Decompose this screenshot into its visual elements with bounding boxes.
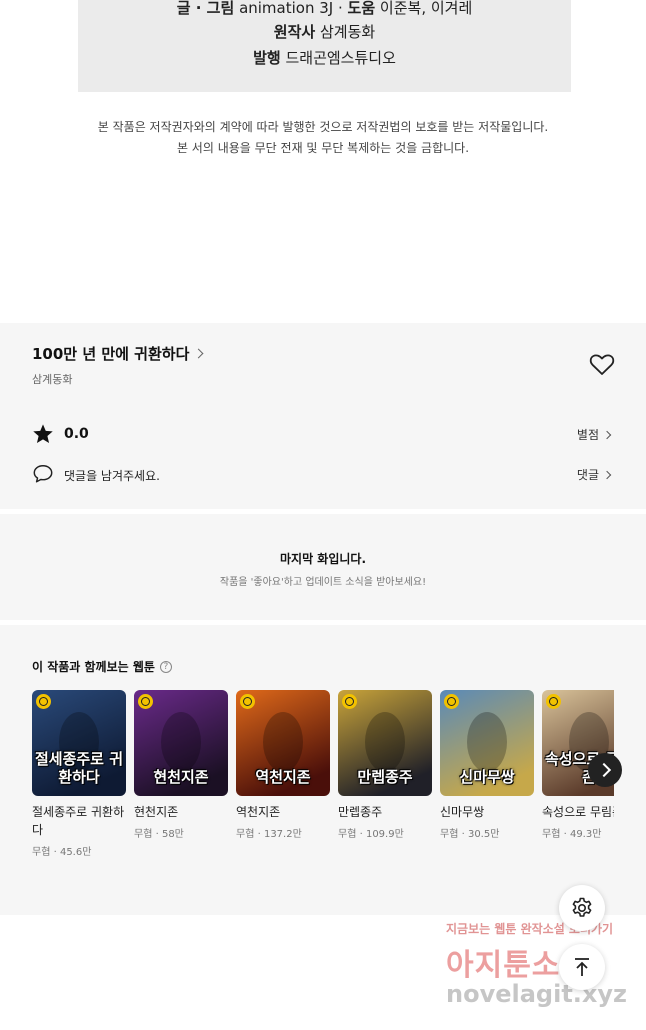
webtoon-thumbnail[interactable]: 절세종주로 귀환하다 <box>32 690 126 796</box>
clock-icon <box>546 694 561 709</box>
series-author: 삼계동화 <box>32 373 73 386</box>
webtoon-title[interactable]: 속성으로 무림존 <box>542 803 614 821</box>
webtoon-title[interactable]: 역천지존 <box>236 803 330 821</box>
webtoon-meta: 무협 · 58만 <box>134 825 228 840</box>
meta-separator: · <box>458 829 468 840</box>
chevron-right-icon <box>193 348 204 359</box>
rating-value: 0.0 <box>64 426 89 442</box>
webtoon-meta: 무협 · 109.9만 <box>338 825 432 840</box>
last-episode-heading: 마지막 화입니다. <box>279 552 367 566</box>
webtoon-meta: 무협 · 30.5만 <box>440 825 534 840</box>
chevron-right-icon <box>602 430 612 439</box>
thumbnail-title-art: 만렙종주 <box>357 768 413 786</box>
last-episode-subtext: 작품을 '좋아요'하고 업데이트 소식을 받아보세요! <box>219 577 427 588</box>
credits-line-2: 원작사 삼계동화 <box>78 21 571 43</box>
rating-link-label: 별점 <box>576 428 599 442</box>
episode-info-panel: 100만 년 만에 귀환하다 삼계동화 0.0 별점 댓글을 남겨주세요. 댓글 <box>0 323 646 509</box>
recommendation-card[interactable]: 현천지존 현천지존 무협 · 58만 <box>134 690 228 840</box>
help-icon[interactable]: ? <box>159 660 172 673</box>
rating-link[interactable]: 별점 <box>576 426 612 443</box>
webtoon-views: 109.9만 <box>365 829 404 840</box>
webtoon-meta: 무협 · 45.6만 <box>32 843 126 858</box>
comment-row[interactable]: 댓글을 남겨주세요. 댓글 <box>32 463 614 485</box>
recommendation-card[interactable]: 절세종주로 귀환하다 절세종주로 귀환하다 무협 · 45.6만 <box>32 690 126 858</box>
settings-button[interactable] <box>559 885 605 931</box>
credit-label: 발행 <box>253 49 281 67</box>
recommendations-title: 이 작품과 함께보는 웹툰 ? <box>32 658 172 675</box>
webtoon-views: 49.3만 <box>569 829 602 840</box>
comment-link-label: 댓글 <box>576 468 599 482</box>
webtoon-title[interactable]: 만렙종주 <box>338 803 432 821</box>
last-episode-notice: 마지막 화입니다. 작품을 '좋아요'하고 업데이트 소식을 받아보세요! <box>0 514 646 620</box>
meta-separator: · <box>560 829 570 840</box>
clock-icon <box>240 694 255 709</box>
series-title-link[interactable]: 100만 년 만에 귀환하다 <box>32 343 204 364</box>
credit-value: animation 3J <box>239 0 334 17</box>
credits-box: 글 · 그림 animation 3J · 도움 이준복, 이겨레 원작사 삼계… <box>78 0 571 92</box>
webtoon-thumbnail[interactable]: 현천지존 <box>134 690 228 796</box>
star-icon[interactable] <box>32 423 54 445</box>
credit-value: 삼계동화 <box>319 23 376 41</box>
thumbnail-title-art: 역천지존 <box>255 768 311 786</box>
meta-separator: · <box>50 847 60 858</box>
credits-line-1: 글 · 그림 animation 3J · 도움 이준복, 이겨레 <box>176 0 473 17</box>
webtoon-title[interactable]: 절세종주로 귀환하다 <box>32 803 126 839</box>
watermark-line-3: novelagit.xyz <box>446 980 628 1008</box>
thumbnail-title-art: 신마무쌍 <box>459 768 515 786</box>
gear-icon <box>572 897 592 917</box>
thumbnail-title-art: 현천지존 <box>153 768 209 786</box>
recommendation-card[interactable]: 신마무쌍 신마무쌍 무협 · 30.5만 <box>440 690 534 840</box>
scroll-top-button[interactable] <box>559 944 605 990</box>
credit-label: 원작사 <box>273 23 316 41</box>
clock-icon <box>138 694 153 709</box>
viewer-page: 글 · 그림 animation 3J · 도움 이준복, 이겨레 원작사 삼계… <box>0 0 646 1030</box>
chevron-right-icon <box>602 470 612 479</box>
arrow-up-icon <box>575 958 589 976</box>
webtoon-genre: 무협 <box>338 829 357 840</box>
meta-separator: · <box>254 829 264 840</box>
recommendations-title-text: 이 작품과 함께보는 웹툰 <box>32 660 155 674</box>
meta-separator: · <box>152 829 162 840</box>
webtoon-views: 45.6만 <box>59 847 92 858</box>
copyright-line: 본 서의 내용을 무단 전재 및 무단 복제하는 것을 금합니다. <box>176 141 470 155</box>
webtoon-thumbnail[interactable]: 신마무쌍 <box>440 690 534 796</box>
webtoon-meta: 무협 · 49.3만 <box>542 825 614 840</box>
copyright-notice: 본 작품은 저작권자와의 계약에 따라 발행한 것으로 저작권법의 보호를 받는… <box>0 117 646 159</box>
webtoon-thumbnail[interactable]: 만렙종주 <box>338 690 432 796</box>
webtoon-title[interactable]: 신마무쌍 <box>440 803 534 821</box>
webtoon-views: 137.2만 <box>263 829 302 840</box>
series-title: 100만 년 만에 귀환하다 <box>32 345 190 363</box>
webtoon-meta: 무협 · 137.2만 <box>236 825 330 840</box>
webtoon-genre: 무협 <box>134 829 153 840</box>
recommendation-carousel: 절세종주로 귀환하다 절세종주로 귀환하다 무협 · 45.6만 현천지존 현천지존 무협… <box>32 690 614 900</box>
comment-input-placeholder[interactable]: 댓글을 남겨주세요. <box>64 467 160 484</box>
credit-label: 도움 <box>347 0 376 17</box>
webtoon-thumbnail[interactable]: 역천지존 <box>236 690 330 796</box>
meta-separator: · <box>356 829 366 840</box>
credit-value: 이준복, 이겨레 <box>379 0 473 17</box>
credit-value: 드래곤엠스튜디오 <box>285 49 396 67</box>
clock-icon <box>36 694 51 709</box>
copyright-line: 본 작품은 저작권자와의 계약에 따라 발행한 것으로 저작권법의 보호를 받는… <box>97 120 549 134</box>
credits-line-3: 발행 드래곤엠스튜디오 <box>78 47 571 69</box>
recommendation-card[interactable]: 만렙종주 만렙종주 무협 · 109.9만 <box>338 690 432 840</box>
thumbnail-title-art: 절세종주로 귀환하다 <box>34 750 124 786</box>
credit-label: 글 · 그림 <box>176 0 235 17</box>
heart-icon[interactable] <box>589 353 615 377</box>
recommendation-card[interactable]: 역천지존 역천지존 무협 · 137.2만 <box>236 690 330 840</box>
carousel-next-button[interactable] <box>588 753 622 787</box>
webtoon-genre: 무협 <box>32 847 51 858</box>
speech-bubble-icon <box>33 465 53 483</box>
comment-link[interactable]: 댓글 <box>576 466 612 483</box>
clock-icon <box>444 694 459 709</box>
clock-icon <box>342 694 357 709</box>
rating-row: 0.0 별점 <box>32 423 614 445</box>
webtoon-views: 30.5만 <box>467 829 500 840</box>
webtoon-genre: 무협 <box>542 829 561 840</box>
webtoon-title[interactable]: 현천지존 <box>134 803 228 821</box>
recommendations-section: 이 작품과 함께보는 웹툰 ? 절세종주로 귀환하다 절세종주로 귀환하다 무협 ·… <box>0 625 646 915</box>
webtoon-genre: 무협 <box>236 829 255 840</box>
webtoon-genre: 무협 <box>440 829 459 840</box>
webtoon-views: 58만 <box>161 829 184 840</box>
